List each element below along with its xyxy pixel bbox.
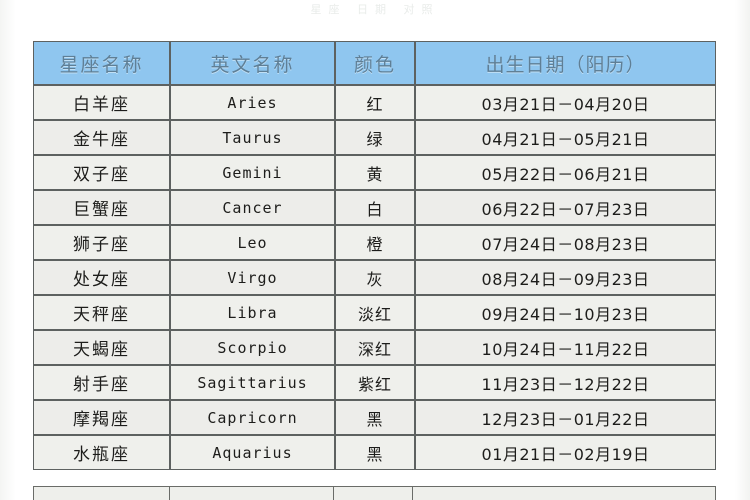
- cell-name: 金牛座: [33, 120, 170, 155]
- table-row: 狮子座 Leo 橙 07月24日－08月23日: [33, 225, 716, 260]
- cell-name: 摩羯座: [33, 400, 170, 435]
- column-header-zodiac-name: 星座名称: [33, 41, 170, 85]
- cell-date: 08月24日－09月23日: [415, 260, 716, 295]
- table-row: 巨蟹座 Cancer 白 06月22日－07月23日: [33, 190, 716, 225]
- cell-color: 灰: [335, 260, 415, 295]
- cell-date: 06月22日－07月23日: [415, 190, 716, 225]
- cell-date: 10月24日－11月22日: [415, 330, 716, 365]
- cell-en: Libra: [170, 295, 335, 330]
- cell-en: Virgo: [170, 260, 335, 295]
- cell-name: 白羊座: [33, 85, 170, 120]
- cell-date: 07月24日－08月23日: [415, 225, 716, 260]
- cell-name: 狮子座: [33, 225, 170, 260]
- table-header: 星座名称 英文名称 颜色 出生日期（阳历）: [33, 41, 716, 85]
- cell-date: 05月22日－06月21日: [415, 155, 716, 190]
- cell-en: Aries: [170, 85, 335, 120]
- cell-en: Taurus: [170, 120, 335, 155]
- cell-color: 白: [335, 190, 415, 225]
- cell-date: 03月21日－04月20日: [415, 85, 716, 120]
- cell-color: 黑: [335, 400, 415, 435]
- table-row: 摩羯座 Capricorn 黑 12月23日－01月22日: [33, 400, 716, 435]
- cell-date: 12月23日－01月22日: [415, 400, 716, 435]
- cell-en: Leo: [170, 225, 335, 260]
- cell-date: 11月23日－12月22日: [415, 365, 716, 400]
- cell-en: Cancer: [170, 190, 335, 225]
- cell-name: 水瓶座: [33, 435, 170, 470]
- cell-color: 橙: [335, 225, 415, 260]
- cell-name: 处女座: [33, 260, 170, 295]
- cell-name: 天秤座: [33, 295, 170, 330]
- table-row: 白羊座 Aries 红 03月21日－04月20日: [33, 85, 716, 120]
- table-row: 天蝎座 Scorpio 深红 10月24日－11月22日: [33, 330, 716, 365]
- cell-name: 巨蟹座: [33, 190, 170, 225]
- cell-en: Scorpio: [170, 330, 335, 365]
- cell-name: 射手座: [33, 365, 170, 400]
- cell-date: 01月21日－02月19日: [415, 435, 716, 470]
- column-header-color: 颜色: [335, 41, 415, 85]
- table-row: 金牛座 Taurus 绿 04月21日－05月21日: [33, 120, 716, 155]
- cell-color: 黄: [335, 155, 415, 190]
- cell-color: 黑: [335, 435, 415, 470]
- zodiac-table-container: 星座名称 英文名称 颜色 出生日期（阳历） 白羊座 Aries 红 03月21日－04…: [33, 41, 716, 470]
- cell-en: Capricorn: [170, 400, 335, 435]
- cell-date: 04月21日－05月21日: [415, 120, 716, 155]
- cell-en: Gemini: [170, 155, 335, 190]
- table-body: 白羊座 Aries 红 03月21日－04月20日 金牛座 Taurus 绿 04月21日－0…: [33, 85, 716, 470]
- table-row: 双子座 Gemini 黄 05月22日－06月21日: [33, 155, 716, 190]
- table-row: 天秤座 Libra 淡红 09月24日－10月23日: [33, 295, 716, 330]
- cell-en: Sagittarius: [170, 365, 335, 400]
- cell-color: 绿: [335, 120, 415, 155]
- column-header-birth-date: 出生日期（阳历）: [415, 41, 716, 85]
- column-header-english-name: 英文名称: [170, 41, 335, 85]
- cell-color: 深红: [335, 330, 415, 365]
- faint-top-text: 星座 日期 对照: [310, 3, 440, 16]
- table-row: 射手座 Sagittarius 紫红 11月23日－12月22日: [33, 365, 716, 400]
- cell-color: 淡红: [335, 295, 415, 330]
- cell-date: 09月24日－10月23日: [415, 295, 716, 330]
- cell-color: 红: [335, 85, 415, 120]
- zodiac-table: 星座名称 英文名称 颜色 出生日期（阳历） 白羊座 Aries 红 03月21日－04…: [33, 41, 716, 470]
- cell-name: 双子座: [33, 155, 170, 190]
- cell-en: Aquarius: [170, 435, 335, 470]
- table-header-row: 星座名称 英文名称 颜色 出生日期（阳历）: [33, 41, 716, 85]
- clipped-bottom-row: [33, 486, 716, 500]
- cell-name: 天蝎座: [33, 330, 170, 365]
- cell-color: 紫红: [335, 365, 415, 400]
- table-row: 水瓶座 Aquarius 黑 01月21日－02月19日: [33, 435, 716, 470]
- table-row: 处女座 Virgo 灰 08月24日－09月23日: [33, 260, 716, 295]
